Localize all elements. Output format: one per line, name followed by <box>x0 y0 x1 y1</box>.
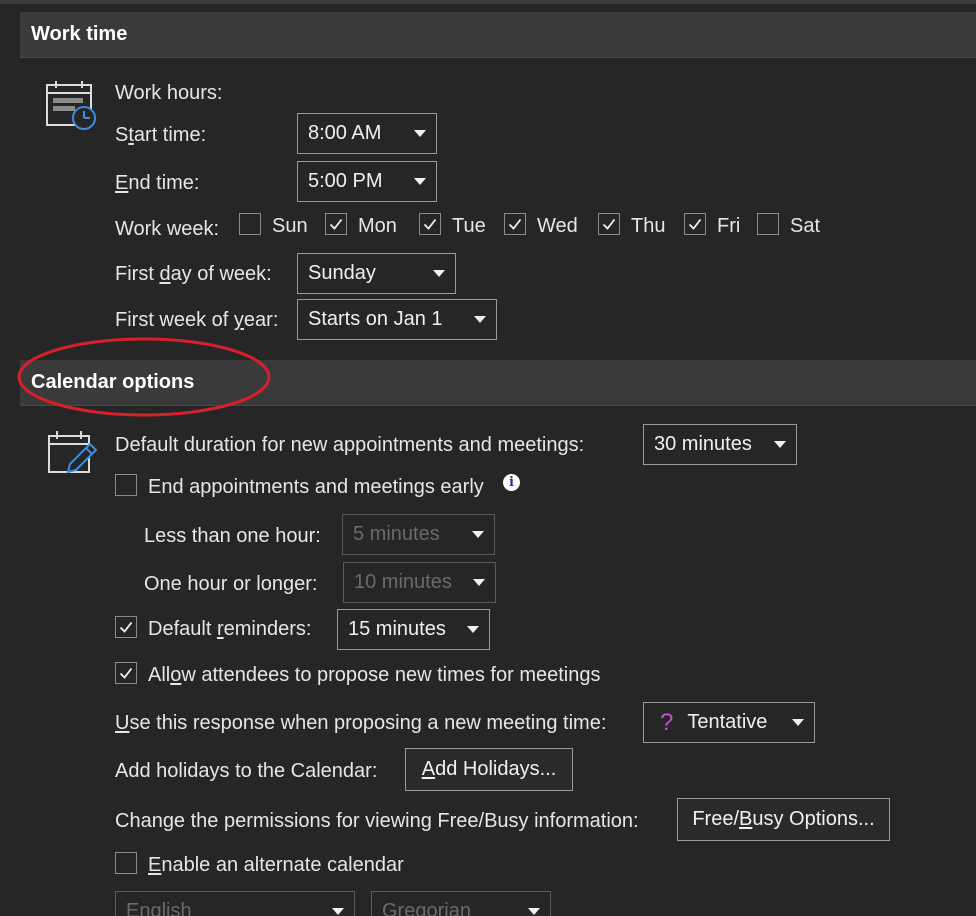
end-early-label: End appointments and meetings early <box>148 476 484 498</box>
workweek-checkbox-sat[interactable] <box>757 213 779 235</box>
work-time-title: Work time <box>31 23 128 45</box>
chevron-down-icon <box>472 531 484 538</box>
chevron-down-icon <box>474 316 486 323</box>
allow-propose-label: Allow attendees to propose new times for… <box>148 664 601 686</box>
chevron-down-icon <box>774 441 786 448</box>
workweek-day-thu: Thu <box>631 215 666 237</box>
default-duration-label: Default duration for new appointments an… <box>115 434 585 456</box>
workweek-checkbox-wed[interactable] <box>504 213 526 235</box>
default-reminders-dropdown[interactable]: 15 minutes <box>337 609 490 650</box>
first-week-label: First week of year: <box>115 309 279 331</box>
calendar-options-header: Calendar options <box>20 360 976 406</box>
alternate-calendar-checkbox[interactable] <box>115 852 137 874</box>
top-strip <box>0 0 976 4</box>
workweek-checkbox-thu[interactable] <box>598 213 620 235</box>
allow-propose-checkbox[interactable] <box>115 662 137 684</box>
info-icon[interactable]: i <box>503 474 520 491</box>
work-time-header: Work time <box>20 12 976 58</box>
workweek-day-wed: Wed <box>537 215 578 237</box>
workweek-checkbox-fri[interactable] <box>684 213 706 235</box>
workweek-day-tue: Tue <box>452 215 486 237</box>
checkmark-icon <box>602 218 616 230</box>
less-than-hour-dropdown[interactable]: 5 minutes <box>342 514 495 555</box>
workweek-day-sat: Sat <box>790 215 821 237</box>
calendar-options-title: Calendar options <box>31 371 195 393</box>
chevron-down-icon <box>528 908 540 915</box>
chevron-down-icon <box>414 178 426 185</box>
workweek-checkbox-mon[interactable] <box>325 213 347 235</box>
workweek-day-sun: Sun <box>272 215 308 237</box>
start-time-label: Start time: <box>115 124 207 146</box>
chevron-down-icon <box>332 908 344 915</box>
hour-or-longer-label: One hour or longer: <box>144 573 318 595</box>
chevron-down-icon <box>467 626 479 633</box>
checkmark-icon <box>119 667 133 679</box>
chevron-down-icon <box>792 719 804 726</box>
calendar-edit-icon <box>48 431 98 474</box>
checkmark-icon <box>688 218 702 230</box>
workweek-day-fri: Fri <box>717 215 741 237</box>
end-time-label: End time: <box>115 172 200 194</box>
use-response-label: Use this response when proposing a new m… <box>115 712 607 734</box>
hour-or-longer-dropdown[interactable]: 10 minutes <box>343 562 496 603</box>
first-week-dropdown[interactable]: Starts on Jan 1 <box>297 299 497 340</box>
default-reminders-checkbox[interactable] <box>115 616 137 638</box>
checkmark-icon <box>423 218 437 230</box>
default-duration-dropdown[interactable]: 30 minutes <box>643 424 797 465</box>
use-response-dropdown[interactable]: ? Tentative <box>643 702 815 743</box>
alternate-language-dropdown[interactable]: English <box>115 891 355 916</box>
checkmark-icon <box>119 621 133 633</box>
work-week-label: Work week: <box>115 218 220 240</box>
end-time-dropdown[interactable]: 5:00 PM <box>297 161 437 202</box>
work-hours-label: Work hours: <box>115 82 223 104</box>
workweek-checkbox-tue[interactable] <box>419 213 441 235</box>
chevron-down-icon <box>473 579 485 586</box>
first-day-dropdown[interactable]: Sunday <box>297 253 456 294</box>
less-than-hour-label: Less than one hour: <box>144 525 321 547</box>
chevron-down-icon <box>433 270 445 277</box>
alternate-calendar-label: Enable an alternate calendar <box>148 854 404 876</box>
alternate-calendar-type-dropdown[interactable]: Gregorian <box>371 891 551 916</box>
permissions-label: Change the permissions for viewing Free/… <box>115 810 639 832</box>
checkmark-icon <box>329 218 343 230</box>
holidays-label: Add holidays to the Calendar: <box>115 760 378 782</box>
end-early-checkbox[interactable] <box>115 474 137 496</box>
add-holidays-button[interactable]: Add Holidays... <box>405 748 573 791</box>
start-time-dropdown[interactable]: 8:00 AM <box>297 113 437 154</box>
workweek-day-mon: Mon <box>358 215 397 237</box>
free-busy-options-button[interactable]: Free/Busy Options... <box>677 798 890 841</box>
checkmark-icon <box>508 218 522 230</box>
workweek-checkbox-sun[interactable] <box>239 213 261 235</box>
first-day-label: First day of week: <box>115 263 272 285</box>
default-reminders-label: Default reminders: <box>148 618 312 640</box>
calendar-clock-icon <box>46 81 96 130</box>
tentative-question-icon: ? <box>660 708 674 736</box>
chevron-down-icon <box>414 130 426 137</box>
